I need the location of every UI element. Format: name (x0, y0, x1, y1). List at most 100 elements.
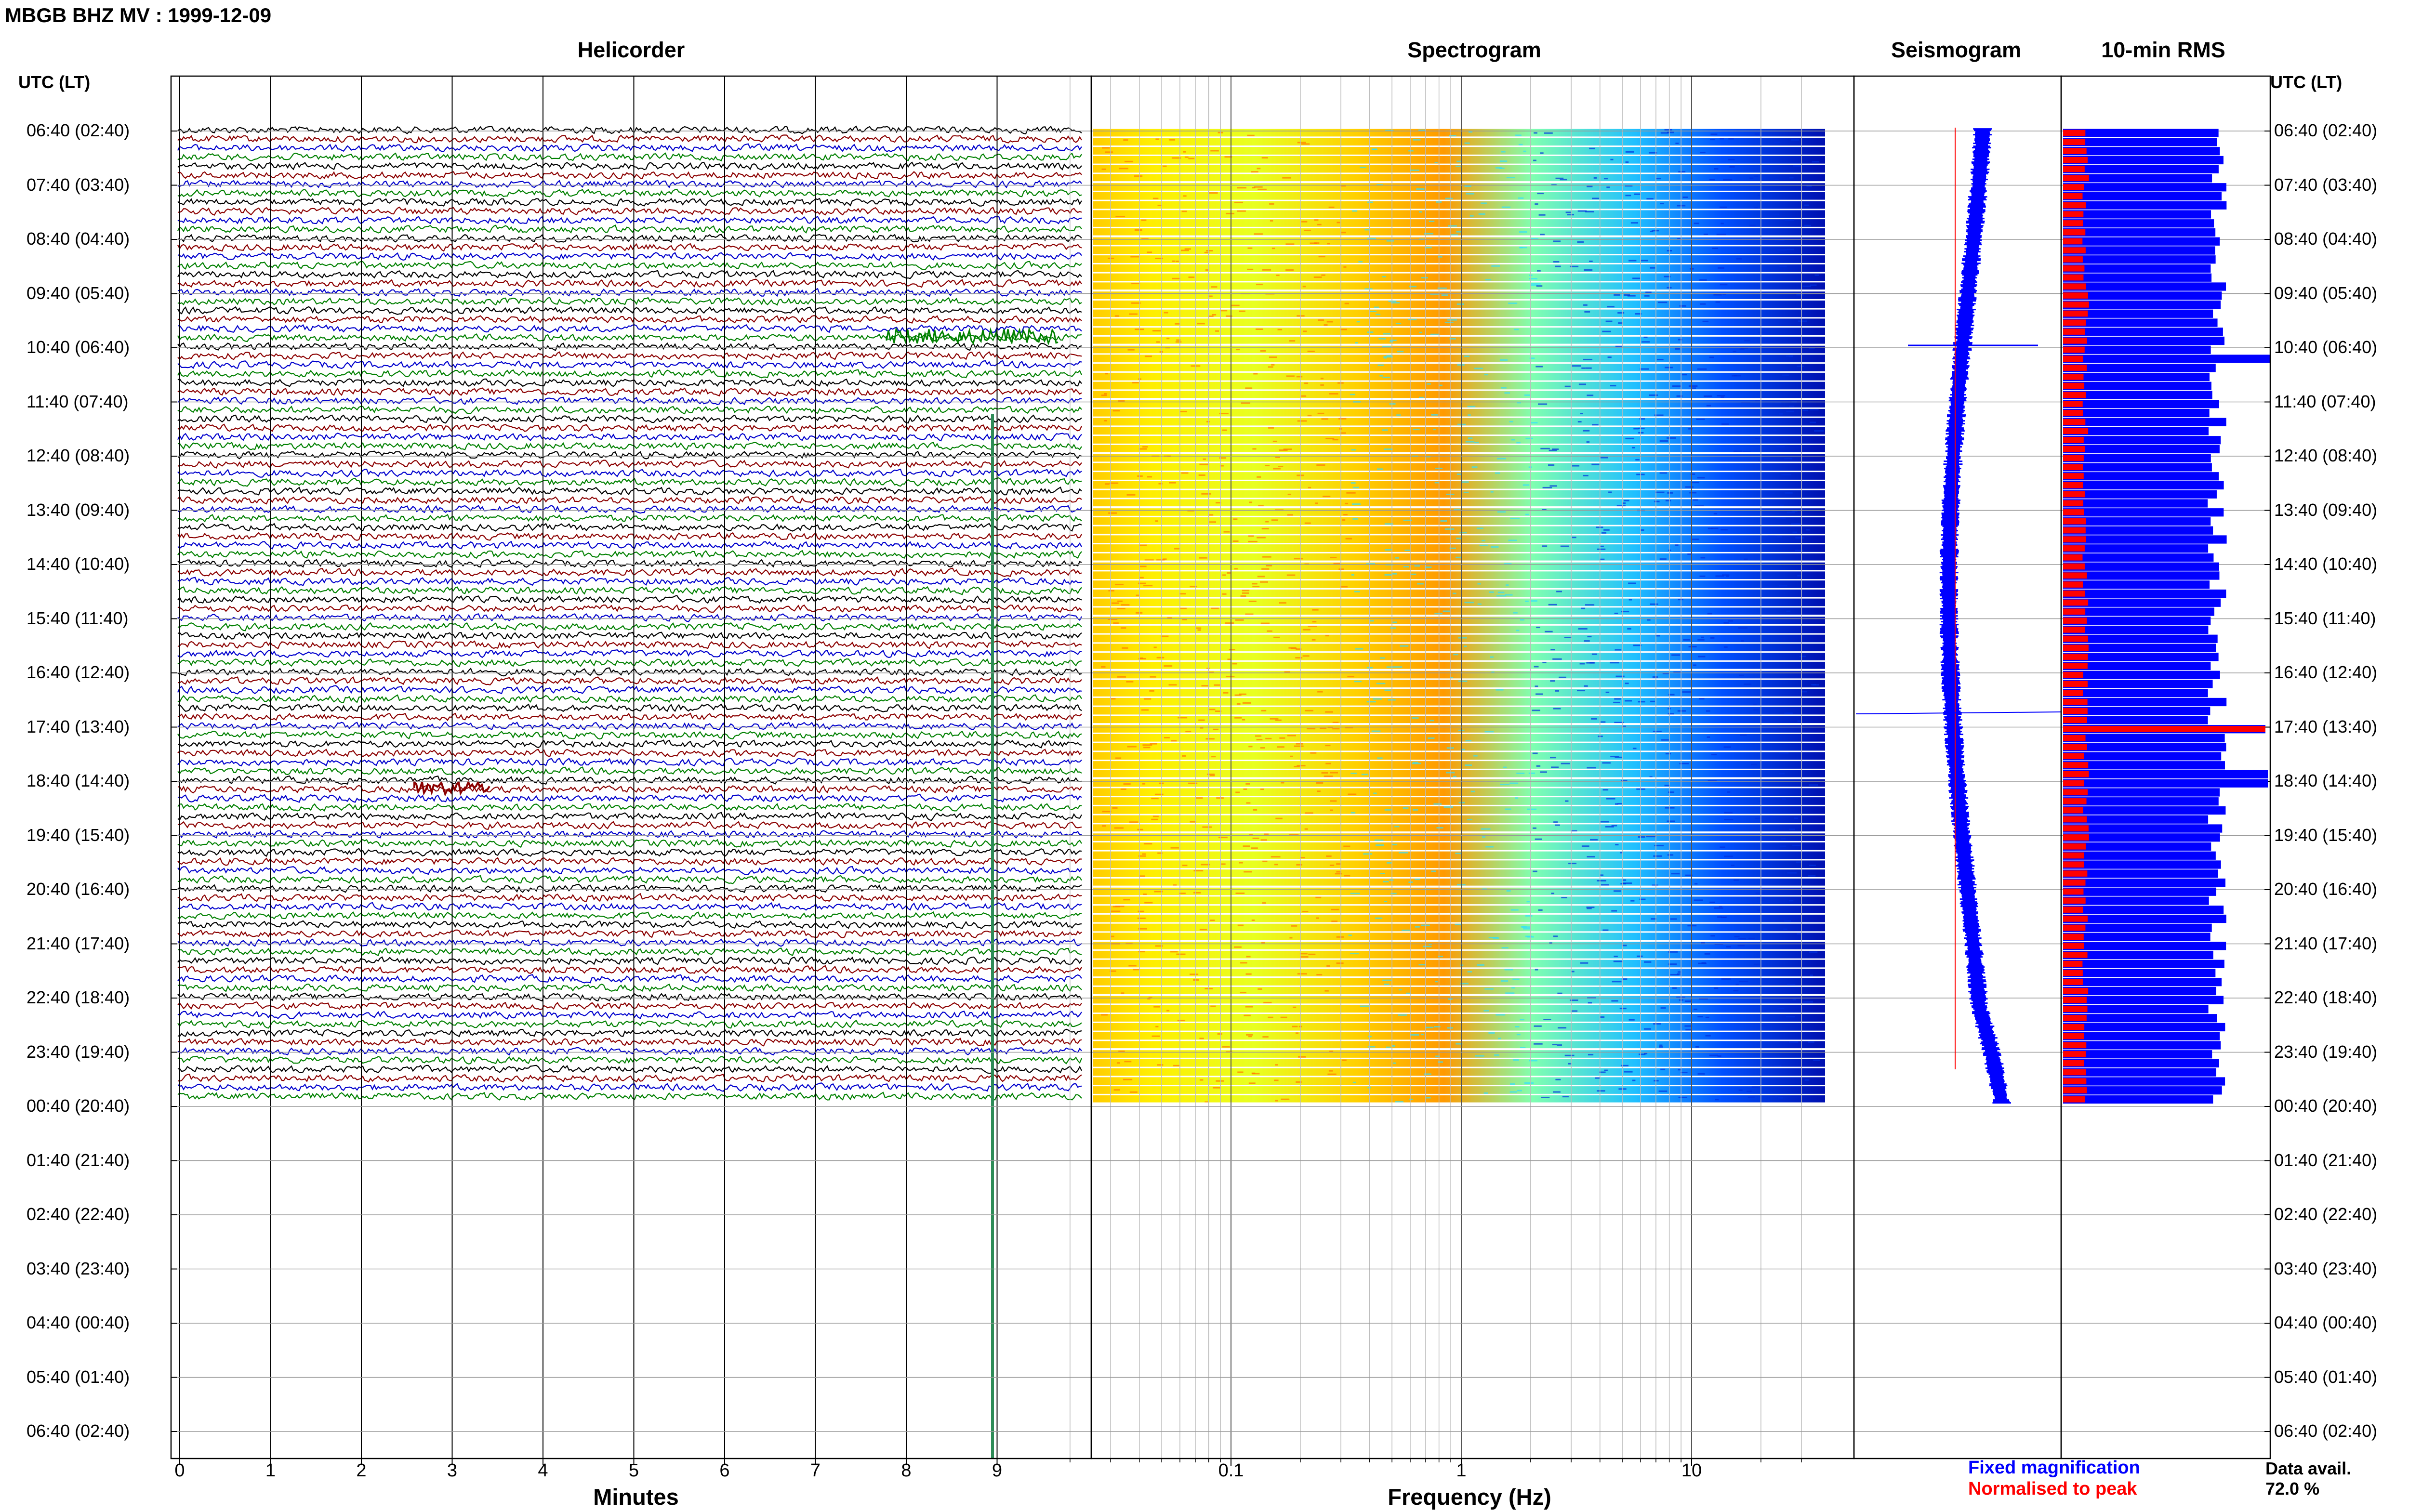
spectrogram-speckle (1699, 698, 1705, 700)
spectrogram-speckle (1367, 1046, 1376, 1048)
spectrogram-speckle (1812, 161, 1819, 163)
spectrogram-speckle (1509, 1091, 1517, 1093)
spectrogram-speckle (1536, 765, 1541, 767)
spectrogram-speckle (1548, 604, 1557, 605)
rms-bar-fixed (2063, 933, 2210, 941)
spectrogram-speckle (1591, 718, 1597, 720)
spectrogram-speckle (1198, 719, 1205, 721)
spectrogram-speckle (1810, 408, 1819, 410)
rms-bar-fixed (2063, 273, 2212, 282)
spectrogram-speckle (1351, 449, 1356, 451)
spectrogram-speckle (1453, 776, 1456, 777)
spectrogram-speckle (1311, 639, 1316, 641)
spectrogram-speckle (1267, 630, 1272, 632)
spectrogram-speckle (1246, 956, 1251, 958)
spectrogram-speckle (1717, 1055, 1721, 1057)
spectrogram-speckle (1134, 175, 1143, 177)
spectrogram-speckle (1614, 698, 1621, 700)
spectrogram-speckle (1181, 472, 1189, 474)
spectrogram-speckle (1737, 945, 1745, 947)
spectrogram-speckle (1438, 1061, 1443, 1063)
spectrogram-speckle (1302, 629, 1310, 631)
spectrogram-speckle (1185, 731, 1191, 733)
time-label-left: 00:40 (20:40) (26, 1096, 130, 1116)
spectrogram-speckle (1520, 619, 1524, 621)
spectrogram-speckle (1665, 367, 1673, 368)
helicorder-traces (177, 125, 1083, 1101)
spectrogram-speckle (1789, 900, 1794, 902)
helicorder-trace (177, 920, 1082, 929)
spectrogram-speckle (1565, 800, 1569, 802)
helicorder-trace (177, 288, 1082, 297)
spectrogram-speckle (1282, 177, 1291, 179)
spectrogram-speckle (1352, 518, 1359, 520)
spectrogram-speckle (1296, 1081, 1302, 1083)
spectrogram-speckle (1105, 151, 1113, 153)
spectrogram-speckle (1446, 772, 1455, 774)
spectrogram-speckle (1628, 599, 1632, 601)
rms-bar-normalised (2063, 907, 2083, 913)
helicorder-trace (177, 1046, 1082, 1056)
rms-bar-normalised (2063, 1033, 2085, 1039)
spectrogram-speckle (1577, 690, 1586, 692)
spectrogram-speckle (1765, 584, 1771, 586)
helicorder-trace (177, 929, 1082, 938)
spectrogram-speckle (1348, 793, 1357, 795)
spectrogram-speckle (1305, 812, 1313, 814)
spectrogram-speckle (1723, 746, 1731, 748)
spectrogram-speckle (1124, 1061, 1132, 1063)
spectrogram-speckle (1300, 857, 1305, 859)
minute-tick-label: 1 (265, 1460, 276, 1481)
time-label-left: 20:40 (16:40) (26, 879, 130, 899)
spectrogram-speckle (1137, 475, 1143, 477)
spectrogram-speckle (1181, 250, 1190, 251)
spectrogram-speckle (1488, 1032, 1495, 1034)
spectrogram-speckle (1275, 456, 1280, 458)
spectrogram-speckle (1251, 171, 1258, 173)
spectrogram-row (1093, 906, 1825, 913)
spectrogram-speckle (1373, 792, 1377, 794)
rms-bar-fixed (2063, 129, 2219, 137)
spectrogram-speckle (1637, 955, 1643, 957)
time-label-right: 02:40 (22:40) (2274, 1204, 2378, 1224)
spectrogram-speckle (1261, 157, 1268, 159)
spectrogram-speckle (1543, 1019, 1551, 1021)
frequency-axis-title: Frequency (Hz) (1388, 1484, 1551, 1510)
rms-bar-normalised (2063, 690, 2083, 696)
spectrogram-row (1093, 815, 1825, 823)
spectrogram-speckle (1190, 586, 1197, 588)
spectrogram-speckle (1419, 331, 1423, 333)
rms-bar-normalised (2063, 247, 2086, 254)
spectrogram-speckle (1579, 663, 1585, 665)
rms-bar-normalised (2063, 401, 2083, 407)
spectrogram-speckle (1168, 684, 1177, 686)
spectrogram-speckle (1667, 131, 1674, 133)
rms-bar-normalised (2063, 979, 2083, 985)
spectrogram-speckle (1508, 302, 1518, 304)
spectrogram-speckle (1633, 428, 1639, 430)
spectrogram-speckle (1516, 442, 1521, 444)
rms-bar-normalised (2063, 437, 2084, 443)
spectrogram-speckle (1262, 1036, 1269, 1038)
spectrogram-speckle (1688, 646, 1697, 648)
spectrogram-speckle (1538, 909, 1543, 911)
spectrogram-speckle (1655, 491, 1665, 493)
spectrogram-speckle (1226, 212, 1234, 214)
spectrogram-speckle (1610, 158, 1614, 160)
spectrogram-speckle (1484, 731, 1494, 733)
spectrogram-speckle (1760, 196, 1768, 197)
spectrogram-speckle (1586, 907, 1595, 908)
spectrogram-speckle (1684, 1025, 1693, 1027)
spectrogram-speckle (1143, 698, 1152, 700)
spectrogram-speckle (1699, 279, 1707, 281)
rms-bar-normalised (2063, 915, 2088, 922)
spectrogram-speckle (1308, 626, 1317, 628)
spectrogram-speckle (1732, 375, 1741, 377)
spectrogram-speckle (1581, 367, 1586, 369)
helicorder-trace (177, 460, 1082, 469)
spectrogram-speckle (1496, 595, 1506, 597)
helicorder-trace (177, 694, 1082, 703)
spectrogram-speckle (1619, 1008, 1627, 1010)
spectrogram-speckle (1624, 1071, 1633, 1073)
rms-bar-normalised (2063, 229, 2086, 236)
